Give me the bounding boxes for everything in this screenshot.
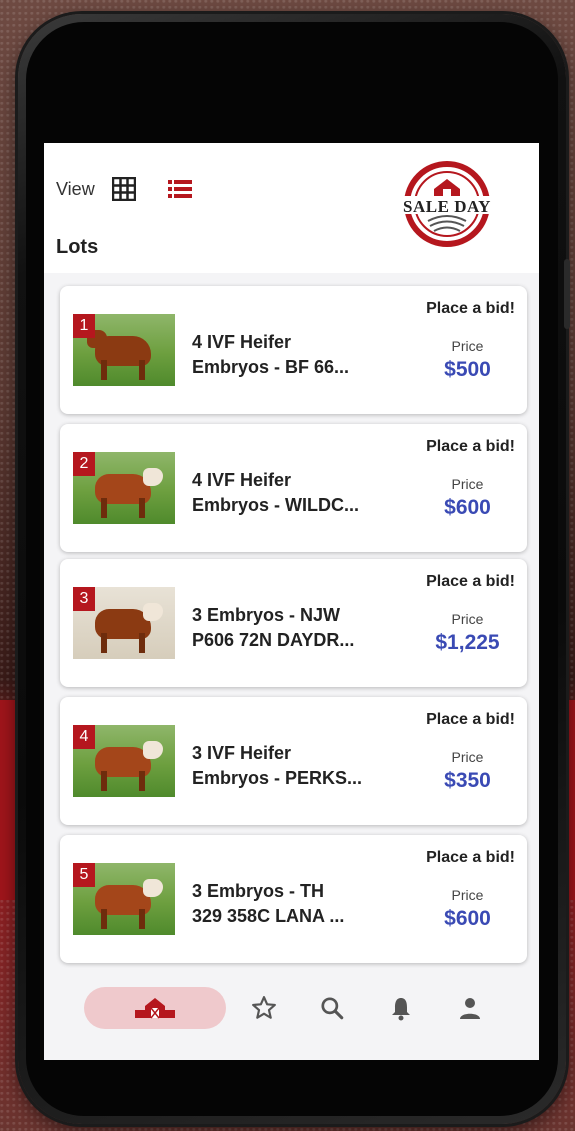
lot-image: 2 bbox=[73, 452, 175, 524]
logo-text: SALE DAY bbox=[403, 197, 491, 216]
volume-button bbox=[564, 259, 570, 329]
star-icon[interactable] bbox=[249, 993, 279, 1023]
list-view-icon[interactable] bbox=[167, 176, 193, 202]
price-value: $1,225 bbox=[435, 631, 500, 654]
place-bid-label[interactable]: Place a bid! bbox=[426, 711, 515, 729]
bottom-tab-bar bbox=[44, 969, 539, 1060]
lot-title: 3 Embryos - TH 329 358C LANA ... bbox=[192, 881, 345, 926]
price-label: Price bbox=[451, 611, 484, 627]
tab-home[interactable] bbox=[84, 987, 226, 1029]
barn-home-icon bbox=[135, 998, 175, 1019]
lot-title: 3 Embryos - NJW P606 72N DAYDR... bbox=[192, 605, 355, 650]
price-value: $350 bbox=[444, 769, 491, 792]
lot-number-badge: 3 bbox=[73, 587, 95, 611]
price-value: $600 bbox=[444, 907, 491, 930]
price-label: Price bbox=[451, 338, 484, 354]
grid-view-icon[interactable] bbox=[111, 176, 137, 202]
lot-card[interactable]: 5 3 Embryos - TH 329 358C LANA ... Place … bbox=[60, 835, 527, 963]
place-bid-label[interactable]: Place a bid! bbox=[426, 849, 515, 867]
view-toggle: View bbox=[56, 176, 193, 202]
lot-card[interactable]: 1 4 IVF Heifer Embryos - BF 66... Place a… bbox=[60, 286, 527, 414]
lot-title: 4 IVF Heifer Embryos - WILDC... bbox=[192, 470, 360, 515]
lot-number-badge: 2 bbox=[73, 452, 95, 476]
lot-number-badge: 1 bbox=[73, 314, 95, 338]
app-header: View SALE DAY Lots bbox=[44, 143, 539, 273]
lot-image: 3 bbox=[73, 587, 175, 659]
lot-image: 1 bbox=[73, 314, 175, 386]
user-icon[interactable] bbox=[455, 993, 485, 1023]
lot-title: 4 IVF Heifer Embryos - BF 66... bbox=[192, 332, 350, 377]
search-icon[interactable] bbox=[317, 993, 347, 1023]
lot-image: 5 bbox=[73, 863, 175, 935]
price-value: $500 bbox=[444, 358, 491, 381]
price-label: Price bbox=[451, 476, 484, 492]
lot-number-badge: 4 bbox=[73, 725, 95, 749]
price-value: $600 bbox=[444, 496, 491, 519]
lot-image: 4 bbox=[73, 725, 175, 797]
lot-card[interactable]: 4 3 IVF Heifer Embryos - PERKS... Place a… bbox=[60, 697, 527, 825]
lot-number-badge: 5 bbox=[73, 863, 95, 887]
page-title: Lots bbox=[56, 236, 99, 258]
app-screen: View SALE DAY Lots 1 4 IVF Heifer Embryo… bbox=[44, 143, 539, 1060]
place-bid-label[interactable]: Place a bid! bbox=[426, 300, 515, 318]
price-label: Price bbox=[451, 887, 484, 903]
sale-day-logo: SALE DAY bbox=[392, 159, 502, 249]
lot-card[interactable]: 2 4 IVF Heifer Embryos - WILDC... Place a… bbox=[60, 424, 527, 552]
bell-icon[interactable] bbox=[386, 993, 416, 1023]
view-label: View bbox=[56, 178, 95, 199]
place-bid-label[interactable]: Place a bid! bbox=[426, 573, 515, 591]
price-label: Price bbox=[451, 749, 484, 765]
lot-title: 3 IVF Heifer Embryos - PERKS... bbox=[192, 743, 363, 788]
lot-card[interactable]: 3 3 Embryos - NJW P606 72N DAYDR... Place… bbox=[60, 559, 527, 687]
place-bid-label[interactable]: Place a bid! bbox=[426, 438, 515, 456]
